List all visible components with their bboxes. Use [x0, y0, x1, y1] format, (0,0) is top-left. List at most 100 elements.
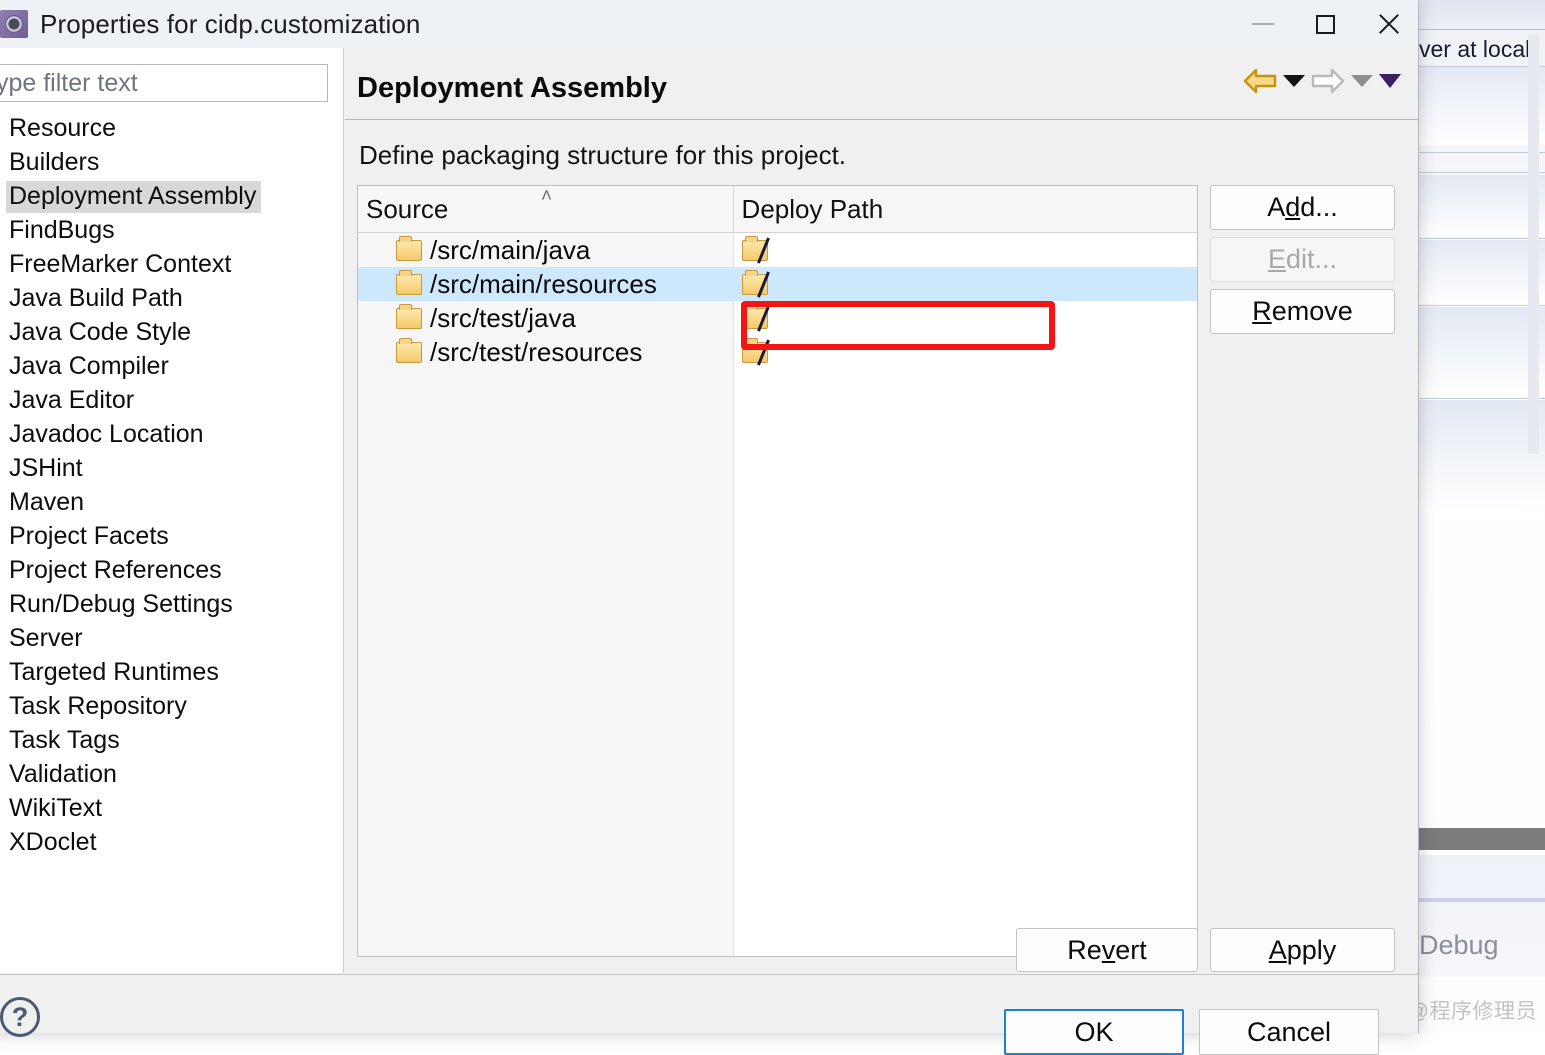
back-dropdown-button[interactable]	[1280, 64, 1308, 98]
maximize-button[interactable]	[1294, 0, 1356, 48]
table-row-empty[interactable]	[358, 539, 1197, 573]
sidebar-item-resource[interactable]: ›Resource	[0, 112, 343, 146]
table-row-empty[interactable]	[358, 845, 1197, 879]
table-header-row: Source ˄ Deploy Path	[358, 186, 1197, 233]
cell-source	[358, 403, 734, 437]
assembly-table[interactable]: Source ˄ Deploy Path /src/main/java/src/…	[357, 185, 1198, 957]
table-body: /src/main/java/src/main/resources/src/te…	[358, 233, 1197, 956]
forward-dropdown-button[interactable]	[1348, 64, 1376, 98]
table-row-empty[interactable]	[358, 369, 1197, 403]
column-header-deploy-path[interactable]: Deploy Path	[734, 186, 1197, 232]
cell-deploy-path	[733, 641, 1197, 675]
sidebar-item-findbugs[interactable]: FindBugs	[0, 214, 343, 248]
dialog-title: Properties for cidp.customization	[40, 8, 421, 39]
apply-button[interactable]: Apply	[1210, 928, 1395, 972]
cell-source	[358, 845, 734, 879]
cell-deploy-path	[733, 777, 1197, 811]
sidebar-item-server[interactable]: Server	[0, 622, 343, 656]
ide-divider	[1419, 172, 1545, 173]
revert-button[interactable]: Revert	[1016, 928, 1198, 972]
sidebar-item-run-debug-settings[interactable]: Run/Debug Settings	[0, 588, 343, 622]
cell-source	[358, 471, 734, 505]
ide-tab-bar[interactable]	[1419, 0, 1545, 30]
table-row-empty[interactable]	[358, 811, 1197, 845]
sidebar-item-label: WikiText	[9, 794, 103, 822]
table-row[interactable]: /src/main/resources	[358, 267, 1197, 301]
sidebar-item-task-repository[interactable]: ›Task Repository	[0, 690, 343, 724]
sidebar-item-project-facets[interactable]: Project Facets	[0, 520, 343, 554]
cancel-button[interactable]: Cancel	[1199, 1009, 1379, 1055]
sidebar-item-xdoclet[interactable]: ›XDoclet	[0, 826, 343, 860]
add-button[interactable]: Add...	[1210, 185, 1395, 230]
page-menu-button[interactable]	[1376, 64, 1404, 98]
edit-button: Edit...	[1210, 237, 1395, 282]
table-row-empty[interactable]	[358, 879, 1197, 913]
table-row-empty[interactable]	[358, 777, 1197, 811]
sidebar-item-java-build-path[interactable]: Java Build Path	[0, 282, 343, 316]
sidebar-item-validation[interactable]: ›Validation	[0, 758, 343, 792]
cell-deploy-path	[733, 675, 1197, 709]
sidebar-item-targeted-runtimes[interactable]: Targeted Runtimes	[0, 656, 343, 690]
close-button[interactable]	[1356, 0, 1418, 48]
sort-ascending-icon: ˄	[541, 186, 553, 207]
sidebar-item-javadoc-location[interactable]: Javadoc Location	[0, 418, 343, 452]
cell-source-label: /src/main/java	[430, 234, 591, 265]
sidebar-item-label: JSHint	[9, 454, 83, 482]
table-row[interactable]: /src/main/java	[358, 233, 1197, 267]
folder-root-icon	[741, 235, 768, 261]
table-row-empty[interactable]	[358, 471, 1197, 505]
revert-button-label: Revert	[1067, 934, 1147, 965]
table-row-empty[interactable]	[358, 505, 1197, 539]
cell-source: /src/main/resources	[358, 267, 734, 301]
sidebar-item-builders[interactable]: Builders	[0, 146, 343, 180]
back-button[interactable]	[1240, 64, 1280, 98]
sidebar-item-task-tags[interactable]: Task Tags	[0, 724, 343, 758]
forward-button[interactable]	[1308, 64, 1348, 98]
table-row-empty[interactable]	[358, 403, 1197, 437]
sidebar-item-java-code-style[interactable]: ›Java Code Style	[0, 316, 343, 350]
ide-vertical-scrollbar[interactable]	[1528, 34, 1539, 454]
ide-perspective-label[interactable]: Debug	[1419, 925, 1545, 965]
ok-button[interactable]: OK	[1004, 1009, 1184, 1055]
table-row-empty[interactable]	[358, 675, 1197, 709]
minimize-button[interactable]	[1232, 0, 1294, 48]
settings-tree[interactable]: ›ResourceBuilders Deployment Assembly Find…	[0, 112, 343, 972]
ide-view-title: ver at local	[1419, 36, 1531, 62]
sidebar-item-deployment-assembly[interactable]: Deployment Assembly	[0, 180, 343, 214]
sidebar-item-java-compiler[interactable]: ›Java Compiler	[0, 350, 343, 384]
sidebar-item-label: Builders	[9, 148, 100, 176]
table-row-empty[interactable]	[358, 607, 1197, 641]
sidebar-item-java-editor[interactable]: ›Java Editor	[0, 384, 343, 418]
table-row-empty[interactable]	[358, 743, 1197, 777]
sidebar-item-freemarker-context[interactable]: FreeMarker Context	[0, 248, 343, 282]
page-header: Deployment Assembly	[345, 48, 1418, 120]
table-row-empty[interactable]	[358, 437, 1197, 471]
sidebar-item-label: Maven	[9, 488, 85, 516]
table-row-empty[interactable]	[358, 709, 1197, 743]
table-row[interactable]: /src/test/resources	[358, 335, 1197, 369]
remove-button[interactable]: Remove	[1210, 289, 1395, 334]
filter-input[interactable]: type filter text	[0, 64, 328, 102]
table-row-empty[interactable]	[358, 641, 1197, 675]
header-divider	[345, 119, 1418, 120]
sidebar-item-jshint[interactable]: ›JSHint	[0, 452, 343, 486]
cell-deploy-path	[733, 743, 1197, 777]
dialog-titlebar[interactable]: Properties for cidp.customization	[0, 0, 1418, 48]
help-button[interactable]: ?	[0, 997, 40, 1037]
cell-source	[358, 777, 734, 811]
sidebar-item-label: Java Compiler	[9, 352, 169, 380]
table-row[interactable]: /src/test/java	[358, 301, 1197, 335]
ide-row-band	[1419, 240, 1545, 304]
sidebar-item-label: Project Facets	[9, 522, 169, 550]
cell-deploy-path	[733, 811, 1197, 845]
chevron-down-icon	[1351, 75, 1373, 87]
cell-source: /src/test/resources	[358, 335, 734, 369]
column-header-deploy-path-label: Deploy Path	[741, 193, 884, 224]
sidebar-item-wikitext[interactable]: WikiText	[0, 792, 343, 826]
sidebar-item-project-references[interactable]: Project References	[0, 554, 343, 588]
sidebar-item-label: XDoclet	[9, 828, 97, 856]
cell-source: /src/test/java	[358, 301, 734, 335]
column-header-source[interactable]: Source ˄	[358, 186, 734, 232]
table-row-empty[interactable]	[358, 573, 1197, 607]
sidebar-item-maven[interactable]: ›Maven	[0, 486, 343, 520]
